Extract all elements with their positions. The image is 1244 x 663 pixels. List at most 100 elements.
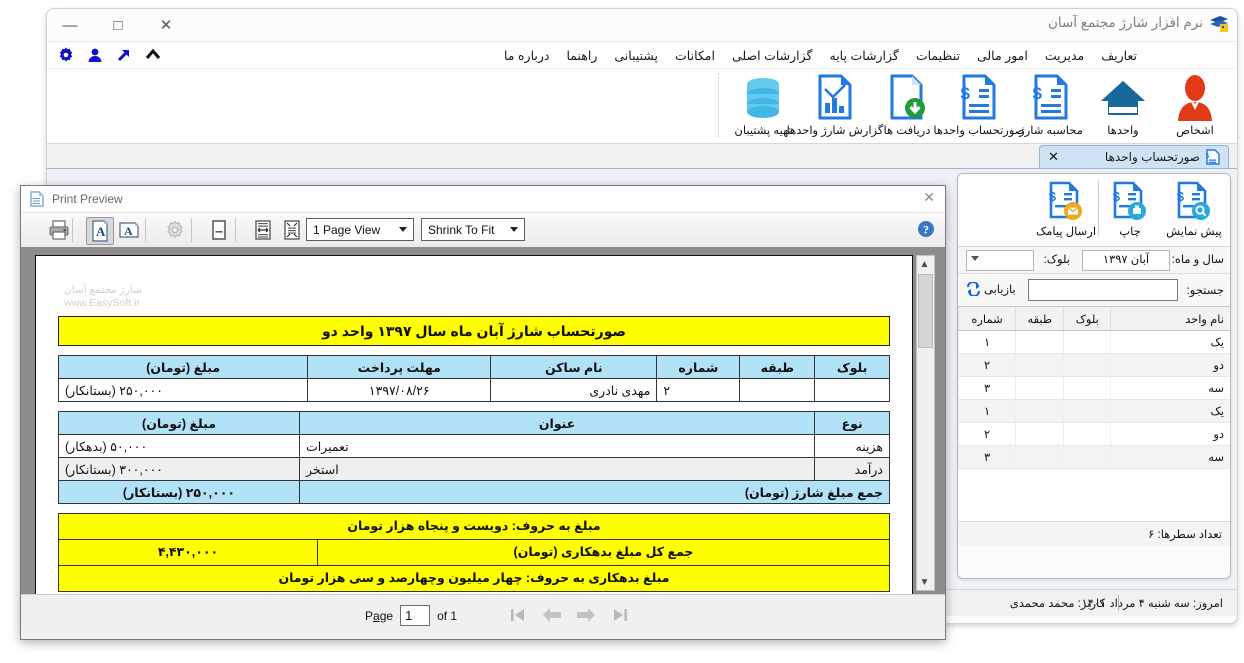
previous-page-icon xyxy=(543,608,561,622)
scroll-down-icon[interactable]: ▼ xyxy=(917,574,932,590)
application-logo-icon xyxy=(1210,16,1228,32)
table-row[interactable]: سه ۳ xyxy=(958,445,1230,469)
help-icon[interactable]: ? xyxy=(917,220,935,238)
last-page-button[interactable] xyxy=(607,603,633,627)
menu-item-tarifha[interactable]: تعاریف xyxy=(1101,48,1137,63)
send-sms-button[interactable]: $ ارسال پیامک xyxy=(1034,177,1098,238)
cell-block xyxy=(1063,422,1111,446)
portrait-orientation-button[interactable]: A xyxy=(86,217,114,245)
period-value[interactable]: آبان ۱۳۹۷ xyxy=(1082,250,1170,271)
menu-item-poshtibani[interactable]: پشتیبانی xyxy=(614,48,658,63)
units-grid[interactable]: نام واحد بلوک طبقه شماره یک ۱ دو ۲ سه ۳ … xyxy=(958,307,1230,521)
close-window-button[interactable]: ✕ xyxy=(153,14,179,36)
page-view-select[interactable]: 1 Page View xyxy=(306,218,414,241)
svg-text:$: $ xyxy=(1206,153,1209,160)
refresh-button[interactable]: بازیابی xyxy=(966,282,1016,296)
tab-close-icon[interactable]: ✕ xyxy=(1048,149,1069,165)
ribbon-button-tahiye-poshtiban[interactable]: تهیه پشتیبان xyxy=(727,71,799,137)
first-page-button[interactable] xyxy=(505,603,531,627)
next-page-button[interactable] xyxy=(573,603,599,627)
menu-item-gozareshat-asli[interactable]: گزارشات اصلی xyxy=(732,48,813,63)
print-button[interactable]: $ چاپ xyxy=(1098,177,1162,238)
menu-item-rahnama[interactable]: راهنما xyxy=(566,48,597,63)
table-row[interactable]: دو ۲ xyxy=(958,422,1230,446)
zoom-select[interactable]: Shrink To Fit xyxy=(421,218,525,241)
svg-text:?: ? xyxy=(923,223,929,237)
ribbon-button-row: اشخاص واحدها $ محاسبه شارژ $ صورتحساب وا… xyxy=(727,71,1231,137)
tab-surathesab-vahedha[interactable]: $ صورتحساب واحدها ✕ xyxy=(1039,145,1229,168)
person-icon[interactable] xyxy=(86,46,104,64)
minimize-window-button[interactable]: — xyxy=(57,14,83,36)
close-icon[interactable]: ✕ xyxy=(923,189,935,206)
page-number-input[interactable]: 1 xyxy=(400,605,431,626)
column-header-unit-name[interactable]: نام واحد xyxy=(1110,307,1230,331)
menu-item-emkanat[interactable]: امکانات xyxy=(675,48,715,63)
menu-item-tanzimat[interactable]: تنظیمات xyxy=(916,48,960,63)
panel-action-row: $ پیش نمایش $ چاپ $ ارسال پیامک xyxy=(1034,177,1226,238)
refresh-label: بازیابی xyxy=(984,284,1016,296)
ribbon-button-gozaresh-sharj[interactable]: گزارش شارژ واحدها xyxy=(787,71,883,137)
table-row[interactable]: سه ۳ xyxy=(958,376,1230,400)
menu-item-darbare-ma[interactable]: درباره ما xyxy=(504,48,549,63)
table-row[interactable]: یک ۱ xyxy=(958,399,1230,423)
cell-number: ۲ xyxy=(656,378,741,402)
first-page-icon xyxy=(511,609,524,621)
toolbar-separator xyxy=(191,218,192,242)
column-header-floor[interactable]: طبقه xyxy=(1015,307,1064,331)
cell-unit-name: یک xyxy=(1110,330,1230,354)
maximize-window-button[interactable]: □ xyxy=(105,14,131,36)
arrow-up-right-icon[interactable] xyxy=(115,46,133,64)
cell-block xyxy=(1063,376,1111,400)
whole-page-icon xyxy=(284,220,300,240)
application-title: نرم افزار شارژ مجتمع آسان xyxy=(1047,15,1203,30)
units-table-header-row: نام واحد بلوک طبقه شماره xyxy=(958,307,1230,331)
page-navigation-group: Page 1 of 1 xyxy=(365,605,457,626)
cell-floor xyxy=(1015,422,1064,446)
column-header-block[interactable]: بلوک xyxy=(1063,307,1111,331)
person-red-icon xyxy=(1174,71,1216,121)
debt-total-row: جمع کل مبلغ بدهکاری (تومان) ۴,۴۳۰,۰۰۰ xyxy=(58,540,890,566)
gear-icon[interactable] xyxy=(57,46,75,64)
unit-info-header-row: بلوک طبقه شماره نام ساکن مهلت پرداخت مبل… xyxy=(57,355,890,379)
ribbon-button-vahedha[interactable]: واحدها xyxy=(1087,71,1159,137)
application-titlebar: ✕ □ — نرم افزار شارژ مجتمع آسان xyxy=(47,9,1237,42)
ribbon-button-surathesab-vahedha[interactable]: $ صورتحساب واحدها xyxy=(933,71,1025,137)
margins-button[interactable] xyxy=(206,217,232,243)
table-row[interactable]: یک ۱ xyxy=(958,330,1230,354)
page-width-button[interactable] xyxy=(250,217,276,243)
preview-button[interactable]: $ پیش نمایش xyxy=(1162,177,1226,238)
ribbon-label-vahedha: واحدها xyxy=(1107,125,1139,137)
cell-due-date: ۱۳۹۷/۰۸/۲۶ xyxy=(307,378,492,402)
column-header-number[interactable]: شماره xyxy=(958,307,1016,331)
units-invoice-panel: $ پیش نمایش $ چاپ $ ارسال پیامک سال و ما… xyxy=(957,173,1231,579)
panel-action-bar: $ پیش نمایش $ چاپ $ ارسال پیامک xyxy=(958,174,1230,247)
menu-item-omur-mali[interactable]: امور مالی xyxy=(977,48,1028,63)
ribbon-button-mohasebe-sharj[interactable]: $ محاسبه شارژ xyxy=(1015,71,1087,137)
next-page-icon xyxy=(577,608,595,622)
table-row[interactable]: دو ۲ xyxy=(958,353,1230,377)
charge-total-amount: ۲۵۰,۰۰۰ (بستانکار) xyxy=(58,480,300,504)
print-button-label: چاپ xyxy=(1119,226,1141,238)
chart-document-icon xyxy=(815,71,855,121)
ribbon-button-ashkhas[interactable]: اشخاص xyxy=(1159,71,1231,137)
cell-unit-name: سه xyxy=(1110,445,1230,469)
menu-item-gozareshat-paye[interactable]: گزارشات پایه xyxy=(830,48,899,63)
cell-resident-name: مهدی نادری xyxy=(490,378,658,402)
chevron-down-icon xyxy=(971,256,979,261)
whole-page-button[interactable] xyxy=(279,217,305,243)
scroll-up-icon[interactable]: ▲ xyxy=(917,256,932,272)
scrollbar-thumb[interactable] xyxy=(918,274,933,348)
search-input[interactable] xyxy=(1028,279,1178,301)
cell-amount: ۲۵۰,۰۰۰ (بستانکار) xyxy=(57,378,309,402)
header-amount: مبلغ (تومان) xyxy=(58,411,300,435)
charge-detail-table: نوع عنوان مبلغ (تومان) هزینه تعمیرات ۵۰,… xyxy=(58,411,891,504)
cell-unit-name: یک xyxy=(1110,399,1230,423)
previous-page-button[interactable] xyxy=(539,603,565,627)
menu-item-modiriyat[interactable]: مدیریت xyxy=(1045,48,1084,63)
print-button[interactable] xyxy=(46,217,72,243)
block-select[interactable] xyxy=(966,250,1034,271)
document-vertical-scrollbar[interactable]: ▲ ▼ xyxy=(916,255,935,591)
landscape-orientation-button[interactable]: A xyxy=(116,217,142,243)
cell-unit-name: سه xyxy=(1110,376,1230,400)
chevron-up-icon[interactable] xyxy=(144,46,162,64)
